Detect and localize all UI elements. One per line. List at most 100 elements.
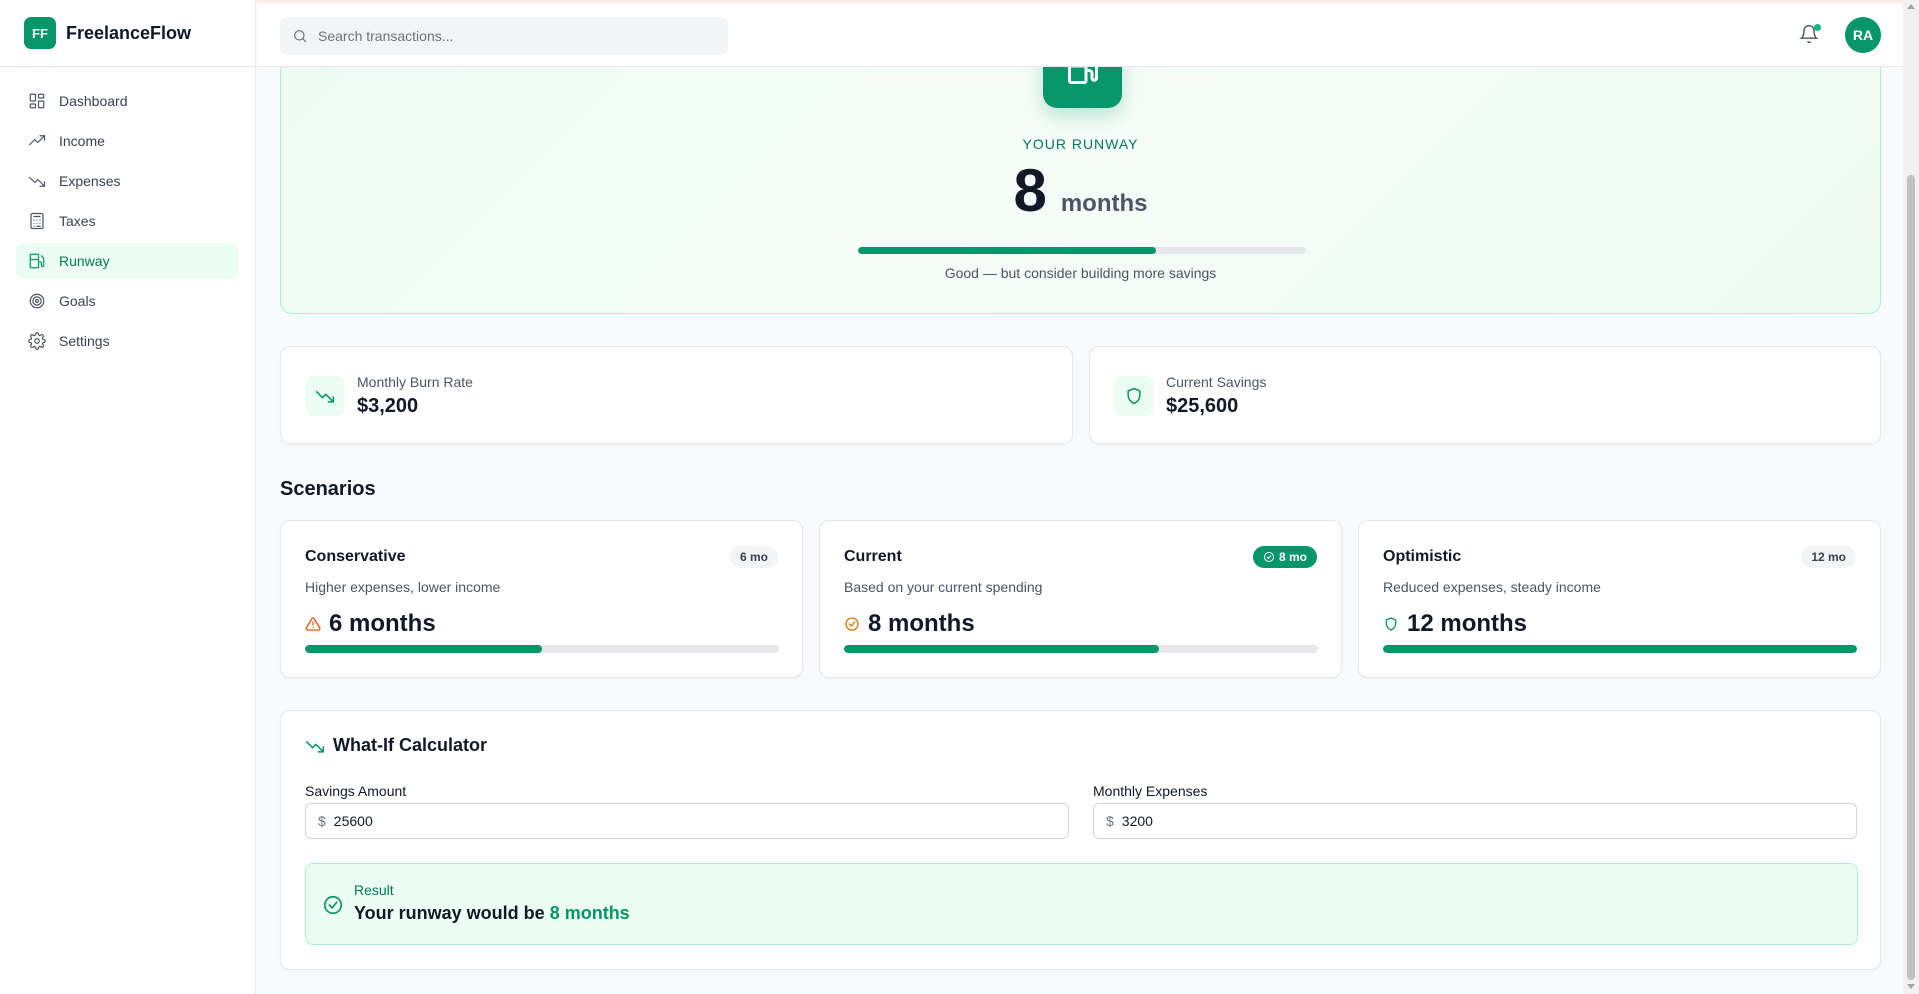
sidebar-item-label: Dashboard — [59, 93, 128, 109]
notification-dot — [1814, 24, 1821, 31]
topbar: RA — [257, 0, 1903, 67]
fuel-icon — [29, 253, 45, 269]
trending-down-icon — [315, 391, 335, 403]
trending-down-icon — [305, 740, 325, 753]
sidebar-item-settings[interactable]: Settings — [16, 323, 239, 359]
check-circle-icon — [323, 895, 343, 915]
monthly-expenses-label: Monthly Expenses — [1093, 783, 1208, 799]
monthly-expenses-input[interactable] — [1121, 813, 1822, 829]
sidebar-item-label: Income — [59, 133, 105, 149]
scenario-name: Conservative — [305, 548, 406, 565]
scenario-progress-bar — [1383, 645, 1857, 653]
scenario-description: Reduced expenses, steady income — [1383, 579, 1601, 595]
calculator-result: Result Your runway would be 8 months — [305, 863, 1858, 945]
result-label: Result — [354, 882, 394, 898]
page-scrollbar[interactable] — [1903, 0, 1919, 994]
currency-symbol: $ — [1106, 813, 1114, 829]
brand[interactable]: FF FreelanceFlow — [0, 0, 255, 67]
scenario-badge-text: 6 mo — [739, 550, 768, 564]
burn-rate-label: Monthly Burn Rate — [357, 374, 473, 390]
scenario-result: 6 months — [305, 610, 436, 638]
sidebar-item-label: Expenses — [59, 173, 121, 189]
scrollbar-thumb[interactable] — [1907, 175, 1915, 980]
check-circle-icon — [845, 617, 859, 631]
sidebar-item-goals[interactable]: Goals — [16, 283, 239, 319]
notifications-button[interactable] — [1799, 24, 1821, 46]
scenario-progress-fill — [305, 645, 542, 653]
burn-rate-card: Monthly Burn Rate $3,200 — [280, 346, 1073, 444]
scenario-description: Based on your current spending — [844, 579, 1043, 595]
trending-up-icon — [28, 135, 46, 146]
scenario-name: Current — [844, 548, 902, 565]
sidebar-item-label: Runway — [59, 253, 110, 269]
calculator-icon — [30, 212, 44, 230]
scenarios-heading: Scenarios — [280, 478, 376, 500]
what-if-calculator: What-If Calculator Savings Amount $ Mont… — [280, 710, 1881, 970]
sidebar-item-expenses[interactable]: Expenses — [16, 163, 239, 199]
check-circle-icon — [1263, 552, 1274, 562]
scenario-badge-active: 8 mo — [1252, 546, 1317, 568]
result-text: Your runway would be 8 months — [354, 903, 630, 924]
savings-label: Current Savings — [1166, 374, 1267, 390]
scenario-progress-fill — [844, 645, 1160, 653]
sidebar-item-runway[interactable]: Runway — [16, 243, 239, 279]
shield-icon — [1385, 617, 1397, 631]
calculator-title: What-If Calculator — [305, 735, 487, 756]
gear-icon — [28, 332, 46, 350]
scenario-badge-text: 8 mo — [1278, 550, 1307, 564]
target-icon — [29, 293, 45, 309]
scenario-months: 12 months — [1407, 610, 1528, 637]
calculator-title-text: What-If Calculator — [333, 735, 488, 755]
scenario-months: 6 months — [329, 610, 436, 637]
savings-card: Current Savings $25,600 — [1089, 346, 1881, 444]
brand-name[interactable]: FreelanceFlow — [66, 23, 191, 44]
scenario-months: 8 months — [868, 610, 975, 637]
runway-label: YOUR RUNWAY — [1022, 136, 1139, 152]
result-value: 8 months — [549, 903, 630, 923]
avatar[interactable]: RA — [1845, 17, 1881, 53]
scenario-name: Optimistic — [1383, 548, 1462, 565]
sidebar-item-label: Taxes — [59, 213, 96, 229]
sidebar-item-taxes[interactable]: Taxes — [16, 203, 239, 239]
result-prefix: Your runway would be — [354, 903, 550, 923]
savings-value: $25,600 — [1166, 395, 1239, 417]
scenario-badge: 12 mo — [1801, 546, 1856, 568]
scenario-progress-fill — [1383, 645, 1857, 653]
scenario-card-optimistic[interactable]: Optimistic 12 mo Reduced expenses, stead… — [1358, 520, 1881, 678]
scenario-card-conservative[interactable]: Conservative 6 mo Higher expenses, lower… — [280, 520, 803, 678]
warning-icon — [305, 617, 321, 631]
sidebar-item-income[interactable]: Income — [16, 123, 239, 159]
monthly-expenses-field[interactable]: $ — [1093, 803, 1857, 839]
runway-unit: months — [1060, 190, 1148, 217]
sidebar-item-label: Settings — [59, 333, 110, 349]
currency-symbol: $ — [318, 813, 326, 829]
savings-amount-field[interactable]: $ — [305, 803, 1069, 839]
runway-note: Good — but consider building more saving… — [944, 265, 1217, 281]
savings-amount-label: Savings Amount — [305, 783, 407, 799]
scenario-badge: 6 mo — [729, 546, 778, 568]
scroll-up-arrow-icon[interactable] — [1907, 4, 1915, 9]
scenario-progress-bar — [844, 645, 1318, 653]
runway-value: 8 months — [281, 156, 1880, 225]
sidebar-item-dashboard[interactable]: Dashboard — [16, 83, 239, 119]
savings-amount-input[interactable] — [333, 813, 1034, 829]
scroll-down-arrow-icon[interactable] — [1907, 984, 1915, 989]
sidebar: FF FreelanceFlow Dashboard Income Expens… — [0, 0, 256, 994]
runway-number: 8 — [1013, 157, 1047, 224]
scenario-card-current[interactable]: Current 8 mo Based on your current spend… — [819, 520, 1342, 678]
burn-rate-icon-box — [305, 376, 345, 416]
brand-logo[interactable]: FF — [24, 17, 56, 49]
savings-icon-box — [1114, 376, 1154, 416]
search-bar[interactable] — [280, 17, 728, 55]
burn-rate-value: $3,200 — [357, 395, 419, 417]
scenario-description: Higher expenses, lower income — [305, 579, 501, 595]
scenario-progress-bar — [305, 645, 779, 653]
trending-down-icon — [28, 176, 46, 187]
sidebar-nav: Dashboard Income Expenses Taxes Runway G… — [0, 67, 255, 359]
dashboard-icon — [29, 93, 45, 109]
shield-icon — [1127, 387, 1141, 405]
scenario-result: 8 months — [844, 610, 975, 638]
sidebar-item-label: Goals — [59, 293, 96, 309]
runway-progress-fill — [858, 247, 1156, 254]
search-input[interactable] — [318, 28, 718, 44]
